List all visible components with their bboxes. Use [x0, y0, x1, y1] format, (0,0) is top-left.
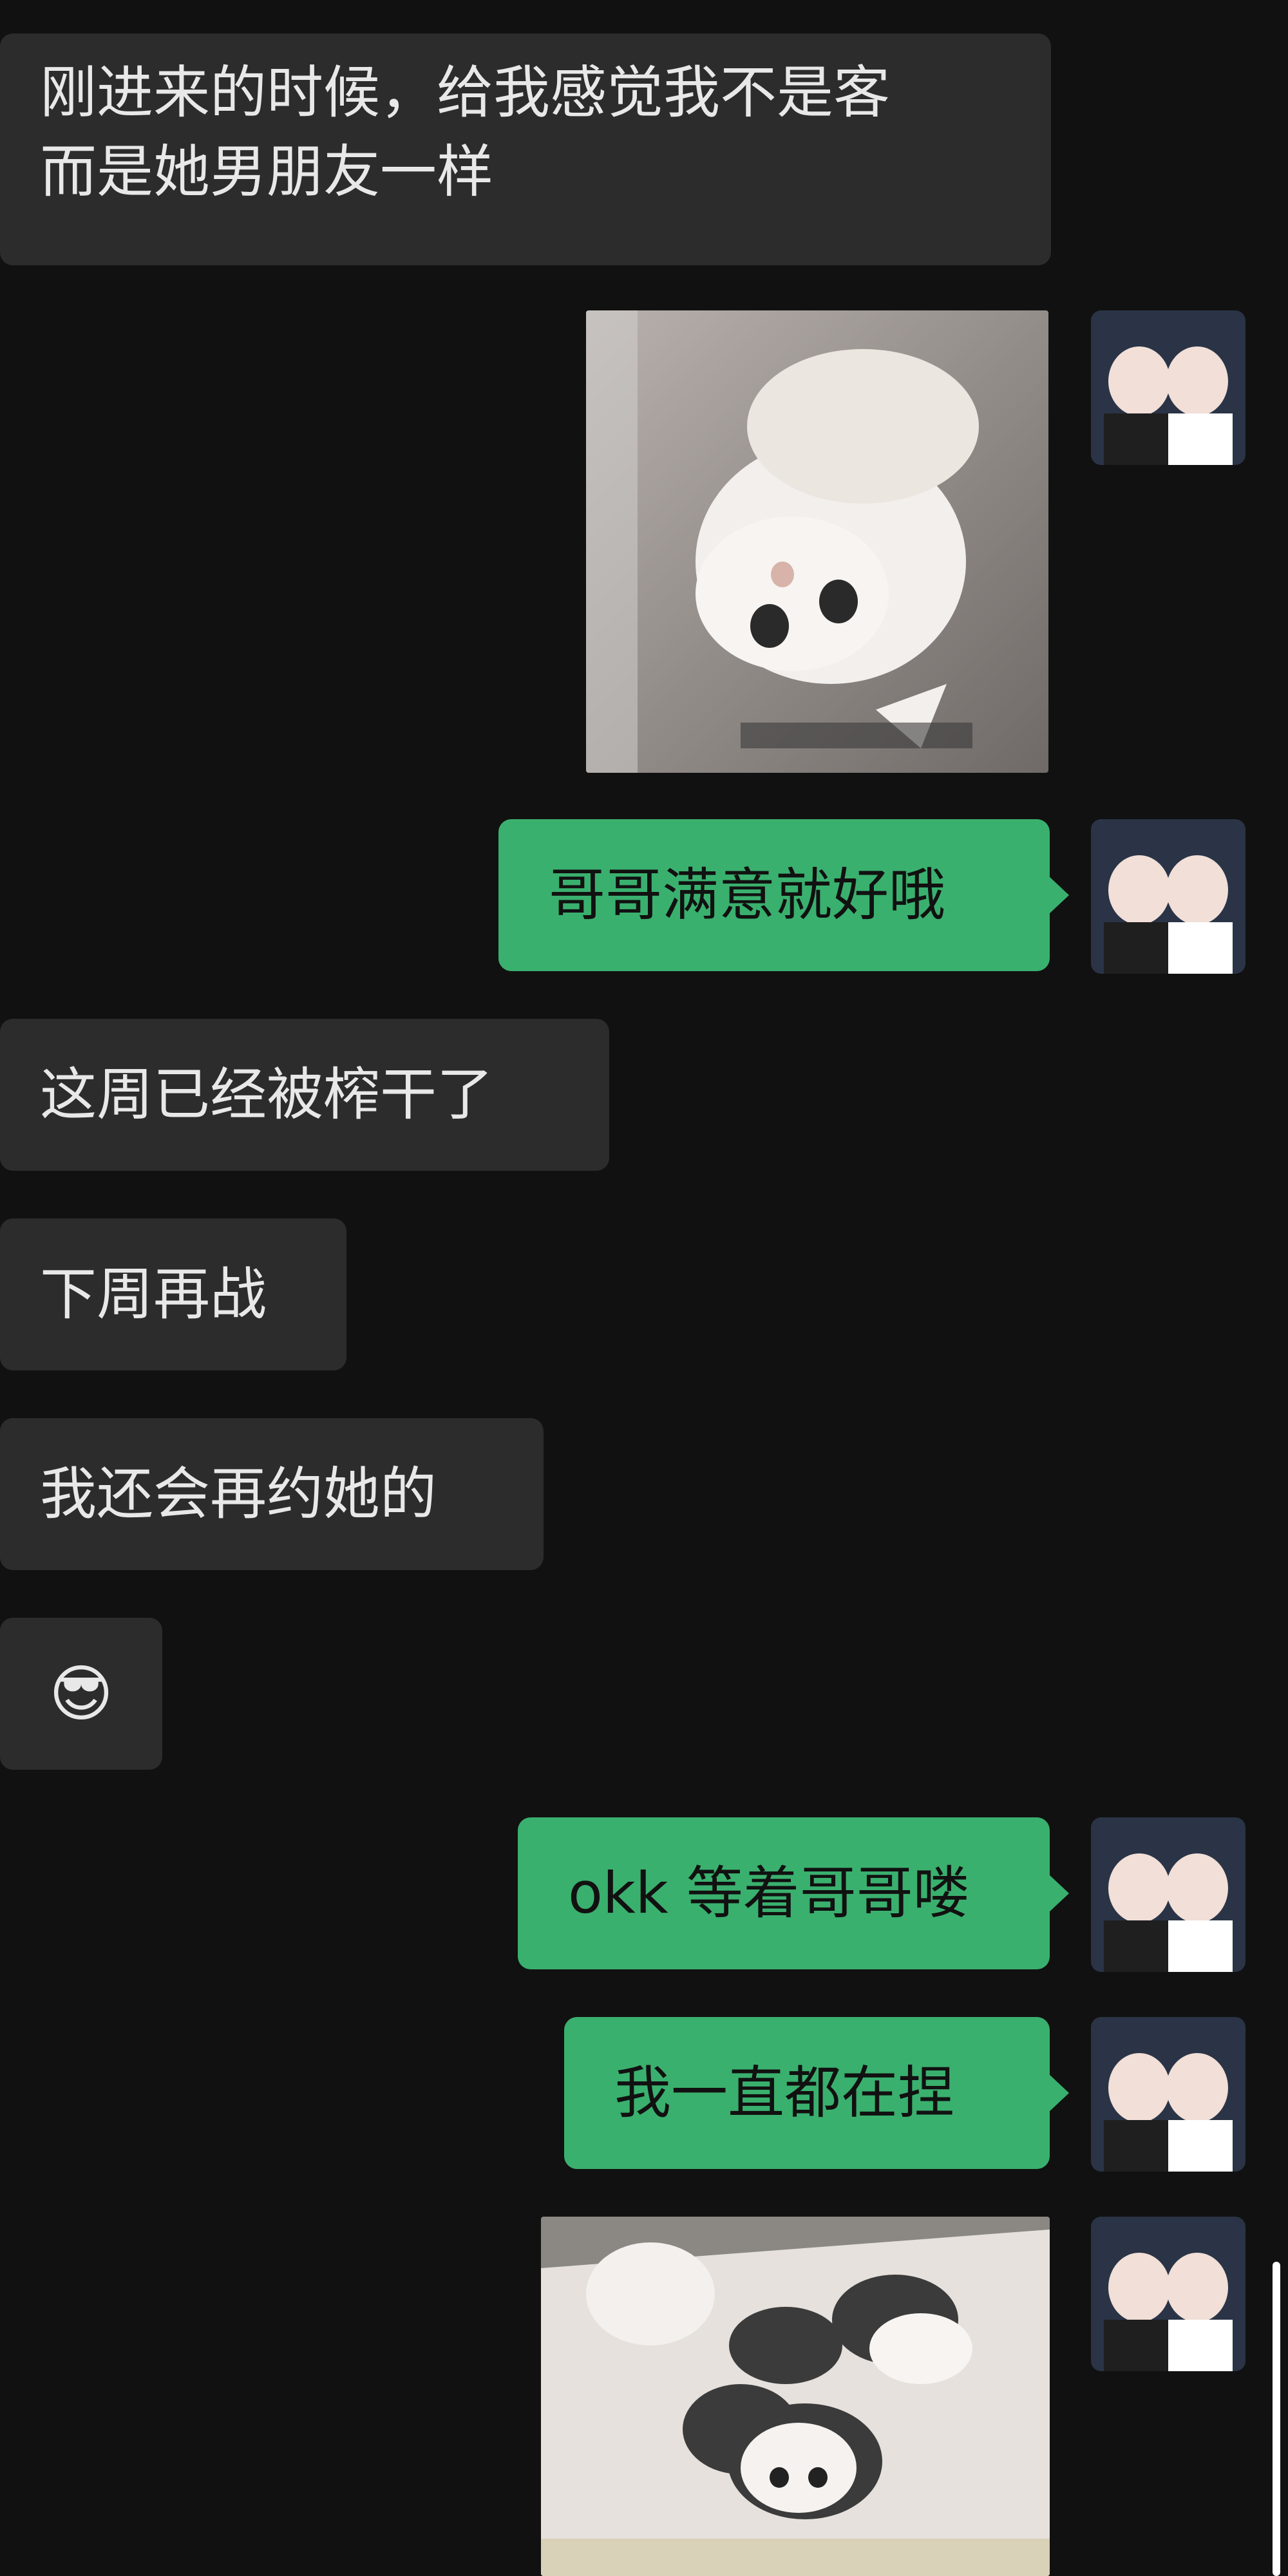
outgoing-message[interactable]: 哥哥满意就好哦 [498, 819, 1069, 971]
message-text-line1: 刚进来的时候，给我感觉我不是客 [40, 59, 891, 126]
outgoing-message[interactable]: 我一直都在捏 [564, 2017, 1069, 2169]
avatar-image [1091, 819, 1245, 974]
cats-sticker-image[interactable] [541, 2217, 1050, 2576]
user-avatar[interactable] [1091, 2017, 1245, 2172]
message-text: okk 等着哥哥喽 [568, 1860, 970, 1927]
message-text: 这周已经被榨干了 [40, 1061, 494, 1128]
sunglasses-emoji-icon: 😎 [48, 1657, 114, 1730]
incoming-emoji-message[interactable]: 😎 [0, 1618, 162, 1770]
cats-in-holes-illustration [541, 2217, 1050, 2576]
message-text: 哥哥满意就好哦 [549, 862, 946, 929]
avatar-image [1091, 1817, 1245, 1972]
user-avatar[interactable] [1091, 1817, 1245, 1972]
incoming-message[interactable]: 下周再战 [0, 1218, 346, 1370]
cat-sticker-image[interactable] [586, 310, 1048, 773]
scrollbar[interactable] [1273, 2262, 1280, 2576]
cat-in-box-illustration [586, 310, 1048, 773]
message-text: 下周再战 [40, 1261, 267, 1328]
user-avatar[interactable] [1091, 2217, 1245, 2371]
incoming-message[interactable]: 我还会再约她的 [0, 1418, 544, 1570]
message-text: 我还会再约她的 [40, 1461, 437, 1528]
message-text: 我一直都在捏 [614, 2060, 955, 2126]
incoming-message[interactable]: 这周已经被榨干了 [0, 1019, 609, 1171]
avatar-image [1091, 2017, 1245, 2172]
user-avatar[interactable] [1091, 819, 1245, 974]
outgoing-message[interactable]: okk 等着哥哥喽 [518, 1817, 1069, 1969]
avatar-image [1091, 2217, 1245, 2371]
avatar-image [1091, 310, 1245, 465]
user-avatar[interactable] [1091, 310, 1245, 465]
incoming-message[interactable]: 刚进来的时候，给我感觉我不是客 而是她男朋友一样 [0, 33, 1051, 265]
message-text-line2: 而是她男朋友一样 [40, 138, 494, 205]
